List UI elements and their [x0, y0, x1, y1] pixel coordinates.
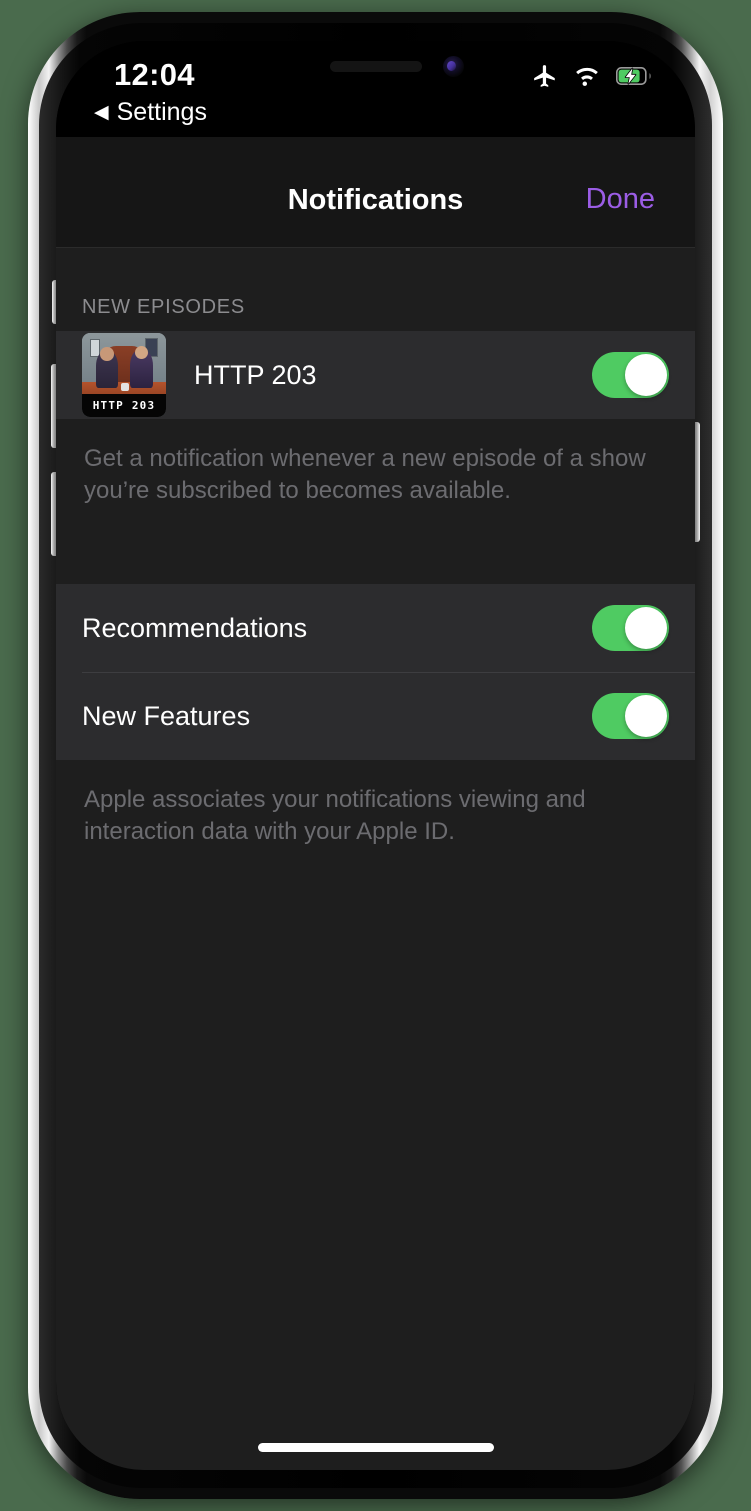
- section-header-new-episodes: NEW EPISODES: [82, 296, 245, 318]
- done-button[interactable]: Done: [586, 183, 655, 216]
- settings-content: NEW EPISODES HTTP 203 HTTP 203 Get a not…: [56, 248, 695, 1470]
- list-item[interactable]: Recommendations: [56, 584, 695, 672]
- battery-charging-icon: [616, 66, 653, 91]
- front-camera-icon: [442, 56, 464, 77]
- navigation-bar: Notifications Done: [56, 137, 695, 248]
- iphone-device-frame: 12:04 ◀ Settings Notifications Done NEW …: [28, 12, 723, 1499]
- back-caret-icon: ◀: [94, 102, 109, 123]
- settings-group-general: Recommendations New Features: [56, 584, 695, 761]
- back-to-settings-link[interactable]: ◀ Settings: [94, 98, 207, 127]
- artwork-person-left-head: [100, 347, 114, 361]
- artwork-cup: [121, 383, 130, 391]
- notch: [259, 41, 492, 91]
- toggle-new-features[interactable]: [592, 693, 669, 740]
- list-item-label: HTTP 203: [194, 359, 317, 390]
- back-link-label: Settings: [116, 98, 207, 126]
- camera-lens-glint: [446, 61, 456, 71]
- status-time: 12:04: [114, 57, 195, 92]
- toggle-knob: [625, 607, 667, 650]
- toggle-recommendations[interactable]: [592, 605, 669, 652]
- artwork-title-text: HTTP 203: [82, 394, 166, 417]
- podcast-artwork: HTTP 203: [82, 333, 166, 417]
- section-footer-new-episodes: Get a notification whenever a new episod…: [84, 445, 646, 504]
- speaker-grille: [329, 61, 422, 72]
- toggle-knob: [625, 354, 667, 396]
- toggle-http-203[interactable]: [592, 352, 669, 398]
- list-item-label: Recommendations: [82, 612, 308, 643]
- home-indicator[interactable]: [257, 1443, 494, 1452]
- list-item[interactable]: New Features: [56, 672, 695, 760]
- section-footer-general: Apple associates your notifications view…: [84, 786, 586, 846]
- phone-screen: 12:04 ◀ Settings Notifications Done NEW …: [56, 41, 695, 1470]
- wifi-icon: [573, 65, 601, 92]
- list-item-label: New Features: [82, 700, 251, 731]
- list-item[interactable]: HTTP 203 HTTP 203: [56, 331, 695, 419]
- status-bar-icons: [532, 63, 653, 94]
- settings-group-new-episodes: HTTP 203 HTTP 203: [56, 331, 695, 419]
- airplane-mode-icon: [532, 63, 558, 94]
- toggle-knob: [625, 695, 667, 738]
